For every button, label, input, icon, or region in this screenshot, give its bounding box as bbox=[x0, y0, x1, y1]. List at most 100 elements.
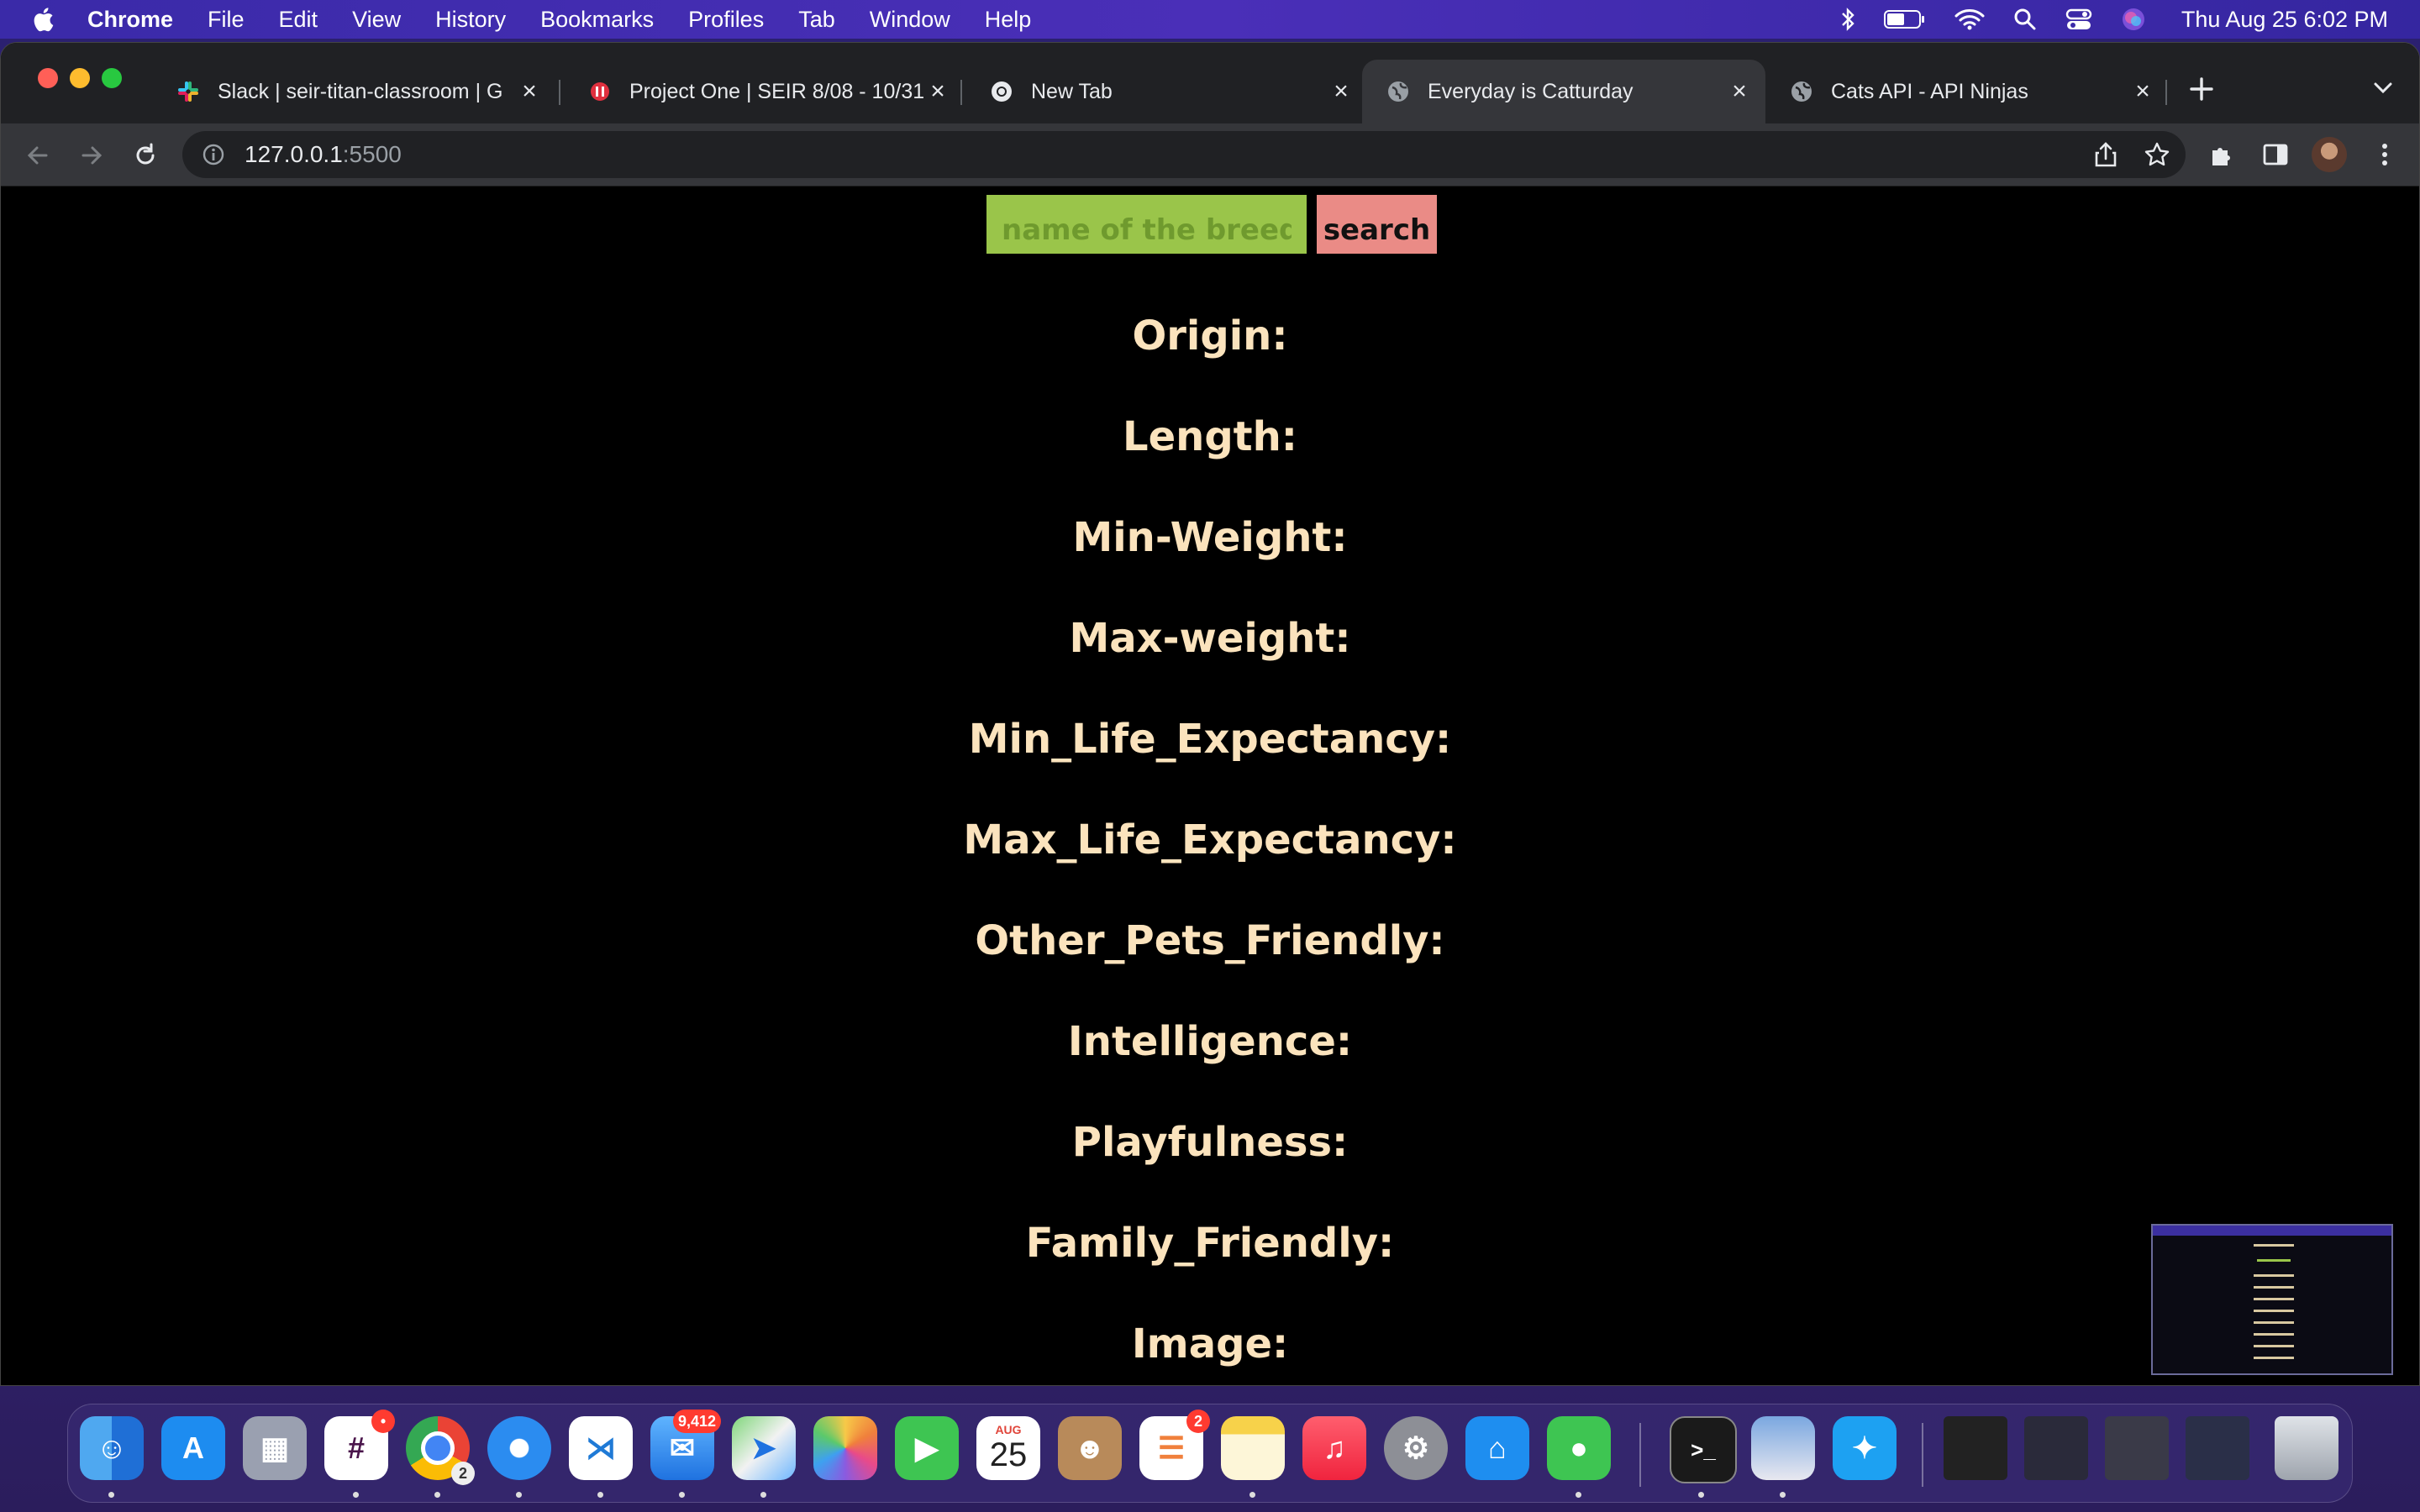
field-max-life-expectancy: Max_Life_Expectancy: bbox=[963, 816, 1457, 864]
extensions-puzzle-icon[interactable] bbox=[2207, 140, 2236, 169]
tab-title: Everyday is Catturday bbox=[1428, 79, 1634, 103]
app-store-icon[interactable]: A bbox=[161, 1416, 225, 1480]
menu-view[interactable]: View bbox=[352, 7, 401, 33]
side-panel-icon[interactable] bbox=[2261, 140, 2290, 169]
close-tab-icon[interactable]: × bbox=[2128, 77, 2157, 106]
site-info-icon[interactable] bbox=[201, 142, 226, 167]
slack-icon[interactable]: # • bbox=[324, 1410, 395, 1480]
screenshot-thumbnail[interactable] bbox=[2151, 1224, 2393, 1375]
profile-count-badge: 2 bbox=[451, 1462, 475, 1485]
menu-help[interactable]: Help bbox=[985, 7, 1032, 33]
thumbnail-line bbox=[2254, 1321, 2294, 1324]
menu-bookmarks[interactable]: Bookmarks bbox=[540, 7, 654, 33]
minimized-window-safari[interactable] bbox=[2105, 1416, 2169, 1480]
menu-window[interactable]: Window bbox=[870, 7, 950, 33]
apple-icon[interactable] bbox=[32, 7, 54, 32]
menu-history[interactable]: History bbox=[435, 7, 506, 33]
more-menu-icon[interactable] bbox=[2372, 140, 2397, 169]
ga-icon bbox=[591, 82, 609, 101]
search-button[interactable]: search bbox=[1317, 195, 1437, 254]
menu-tab[interactable]: Tab bbox=[798, 7, 835, 33]
reminders-icon[interactable]: ☰ 2 bbox=[1139, 1410, 1210, 1480]
field-min-weight: Min-Weight: bbox=[1072, 514, 1348, 561]
menu-clock[interactable]: Thu Aug 25 6:02 PM bbox=[2181, 7, 2388, 33]
address-bar[interactable]: 127.0.0.1:5500 bbox=[182, 131, 2186, 178]
tab-new-tab[interactable]: New Tab × bbox=[965, 60, 1367, 123]
mail-icon[interactable]: ✉ 9,412 bbox=[650, 1410, 721, 1480]
bookmark-star-icon[interactable] bbox=[2144, 141, 2170, 168]
close-window-button[interactable] bbox=[38, 68, 58, 88]
tab-strip: Slack | seir-titan-classroom | G × Proje… bbox=[1, 43, 2419, 123]
calendar-icon[interactable]: AUG 25 bbox=[976, 1416, 1040, 1480]
profile-avatar[interactable] bbox=[2312, 137, 2347, 172]
browser-toolbar: 127.0.0.1:5500 bbox=[1, 123, 2419, 186]
notes-icon[interactable] bbox=[1221, 1416, 1285, 1480]
tab-slack[interactable]: Slack | seir-titan-classroom | G × bbox=[152, 60, 555, 123]
back-button[interactable] bbox=[21, 139, 55, 172]
photos-icon[interactable] bbox=[813, 1416, 877, 1480]
thumbnail-line bbox=[2254, 1310, 2294, 1312]
share-icon[interactable] bbox=[2093, 141, 2118, 168]
minimized-window-vscode[interactable] bbox=[1944, 1416, 2007, 1480]
preview-icon[interactable] bbox=[1751, 1416, 1815, 1480]
tab-search-chevron-icon[interactable] bbox=[2372, 80, 2394, 97]
zoom-window-button[interactable] bbox=[102, 68, 122, 88]
chrome-icon[interactable]: 2 bbox=[406, 1416, 475, 1485]
control-center-icon[interactable] bbox=[2065, 8, 2092, 31]
field-min-life-expectancy: Min_Life_Expectancy: bbox=[968, 716, 1452, 763]
messages-icon[interactable]: ● bbox=[1547, 1416, 1611, 1480]
tab-cats-api[interactable]: Cats API - API Ninjas × bbox=[1765, 60, 2169, 123]
thumbnail-line bbox=[2254, 1357, 2294, 1359]
close-tab-icon[interactable]: × bbox=[1725, 77, 1754, 106]
bluetooth-icon[interactable] bbox=[1840, 7, 1855, 32]
tab-separator bbox=[559, 80, 560, 105]
keynote-icon[interactable]: ⌂ bbox=[1465, 1416, 1529, 1480]
close-tab-icon[interactable]: × bbox=[923, 77, 952, 106]
reload-button[interactable] bbox=[129, 139, 162, 172]
tab-project-one[interactable]: Project One | SEIR 8/08 - 10/31 × bbox=[564, 60, 964, 123]
breed-search-input[interactable] bbox=[986, 195, 1307, 254]
music-icon[interactable]: ♫ bbox=[1302, 1416, 1366, 1480]
running-indicator bbox=[1780, 1492, 1786, 1498]
thumbnail-line bbox=[2257, 1259, 2291, 1262]
minimized-window-slack[interactable] bbox=[2024, 1416, 2088, 1480]
finder-icon[interactable]: ☺ bbox=[80, 1416, 144, 1480]
maps-icon[interactable]: ➤ bbox=[732, 1416, 796, 1480]
contacts-icon[interactable]: ☻ bbox=[1058, 1416, 1122, 1480]
battery-icon[interactable] bbox=[1883, 8, 1926, 30]
safari-icon[interactable] bbox=[487, 1416, 551, 1480]
spotlight-icon[interactable] bbox=[2013, 8, 2037, 31]
launchpad-icon[interactable]: ▦ bbox=[243, 1416, 307, 1480]
close-tab-icon[interactable]: × bbox=[1327, 77, 1355, 106]
menu-edit[interactable]: Edit bbox=[279, 7, 318, 33]
wifi-icon[interactable] bbox=[1954, 8, 1985, 31]
field-origin: Origin: bbox=[1132, 312, 1288, 360]
notification-badge: 2 bbox=[1186, 1410, 1210, 1433]
system-preferences-icon[interactable]: ⚙ bbox=[1384, 1416, 1448, 1480]
menu-profiles[interactable]: Profiles bbox=[688, 7, 764, 33]
facetime-icon[interactable]: ▶ bbox=[895, 1416, 959, 1480]
terminal-icon[interactable]: >_ bbox=[1670, 1416, 1737, 1483]
minimized-window-finder[interactable] bbox=[2186, 1416, 2249, 1480]
reload-icon bbox=[136, 143, 155, 165]
forward-button[interactable] bbox=[75, 139, 108, 172]
siri-icon[interactable] bbox=[2121, 7, 2146, 32]
field-other-pets-friendly: Other_Pets_Friendly: bbox=[975, 917, 1445, 964]
twitter-icon[interactable]: ✦ bbox=[1833, 1416, 1897, 1480]
url-port: :5500 bbox=[342, 141, 402, 167]
page-viewport: search Origin: Length: Min-Weight: Max-w… bbox=[1, 186, 2419, 1385]
thumbnail-line bbox=[2254, 1286, 2294, 1289]
thumbnail-line bbox=[2254, 1345, 2294, 1347]
new-tab-plus-icon[interactable] bbox=[2187, 75, 2216, 103]
tab-everyday-is-catturday[interactable]: Everyday is Catturday × bbox=[1362, 60, 1765, 123]
dock: ☺ A ▦ # • 2 ⋊ ✉ 9,412 ➤ ▶ AUG 25 ☻ ☰ 2 ♫ ⚙ … bbox=[67, 1404, 2353, 1503]
menu-file[interactable]: File bbox=[208, 7, 245, 33]
tab-separator bbox=[2165, 80, 2167, 105]
minimize-window-button[interactable] bbox=[70, 68, 90, 88]
close-tab-icon[interactable]: × bbox=[515, 77, 544, 106]
menu-app-name[interactable]: Chrome bbox=[87, 7, 173, 33]
trash-icon[interactable] bbox=[2275, 1416, 2338, 1480]
vscode-icon[interactable]: ⋊ bbox=[569, 1416, 633, 1480]
back-arrow-icon bbox=[27, 146, 48, 165]
status-area: Thu Aug 25 6:02 PM bbox=[1840, 0, 2388, 39]
